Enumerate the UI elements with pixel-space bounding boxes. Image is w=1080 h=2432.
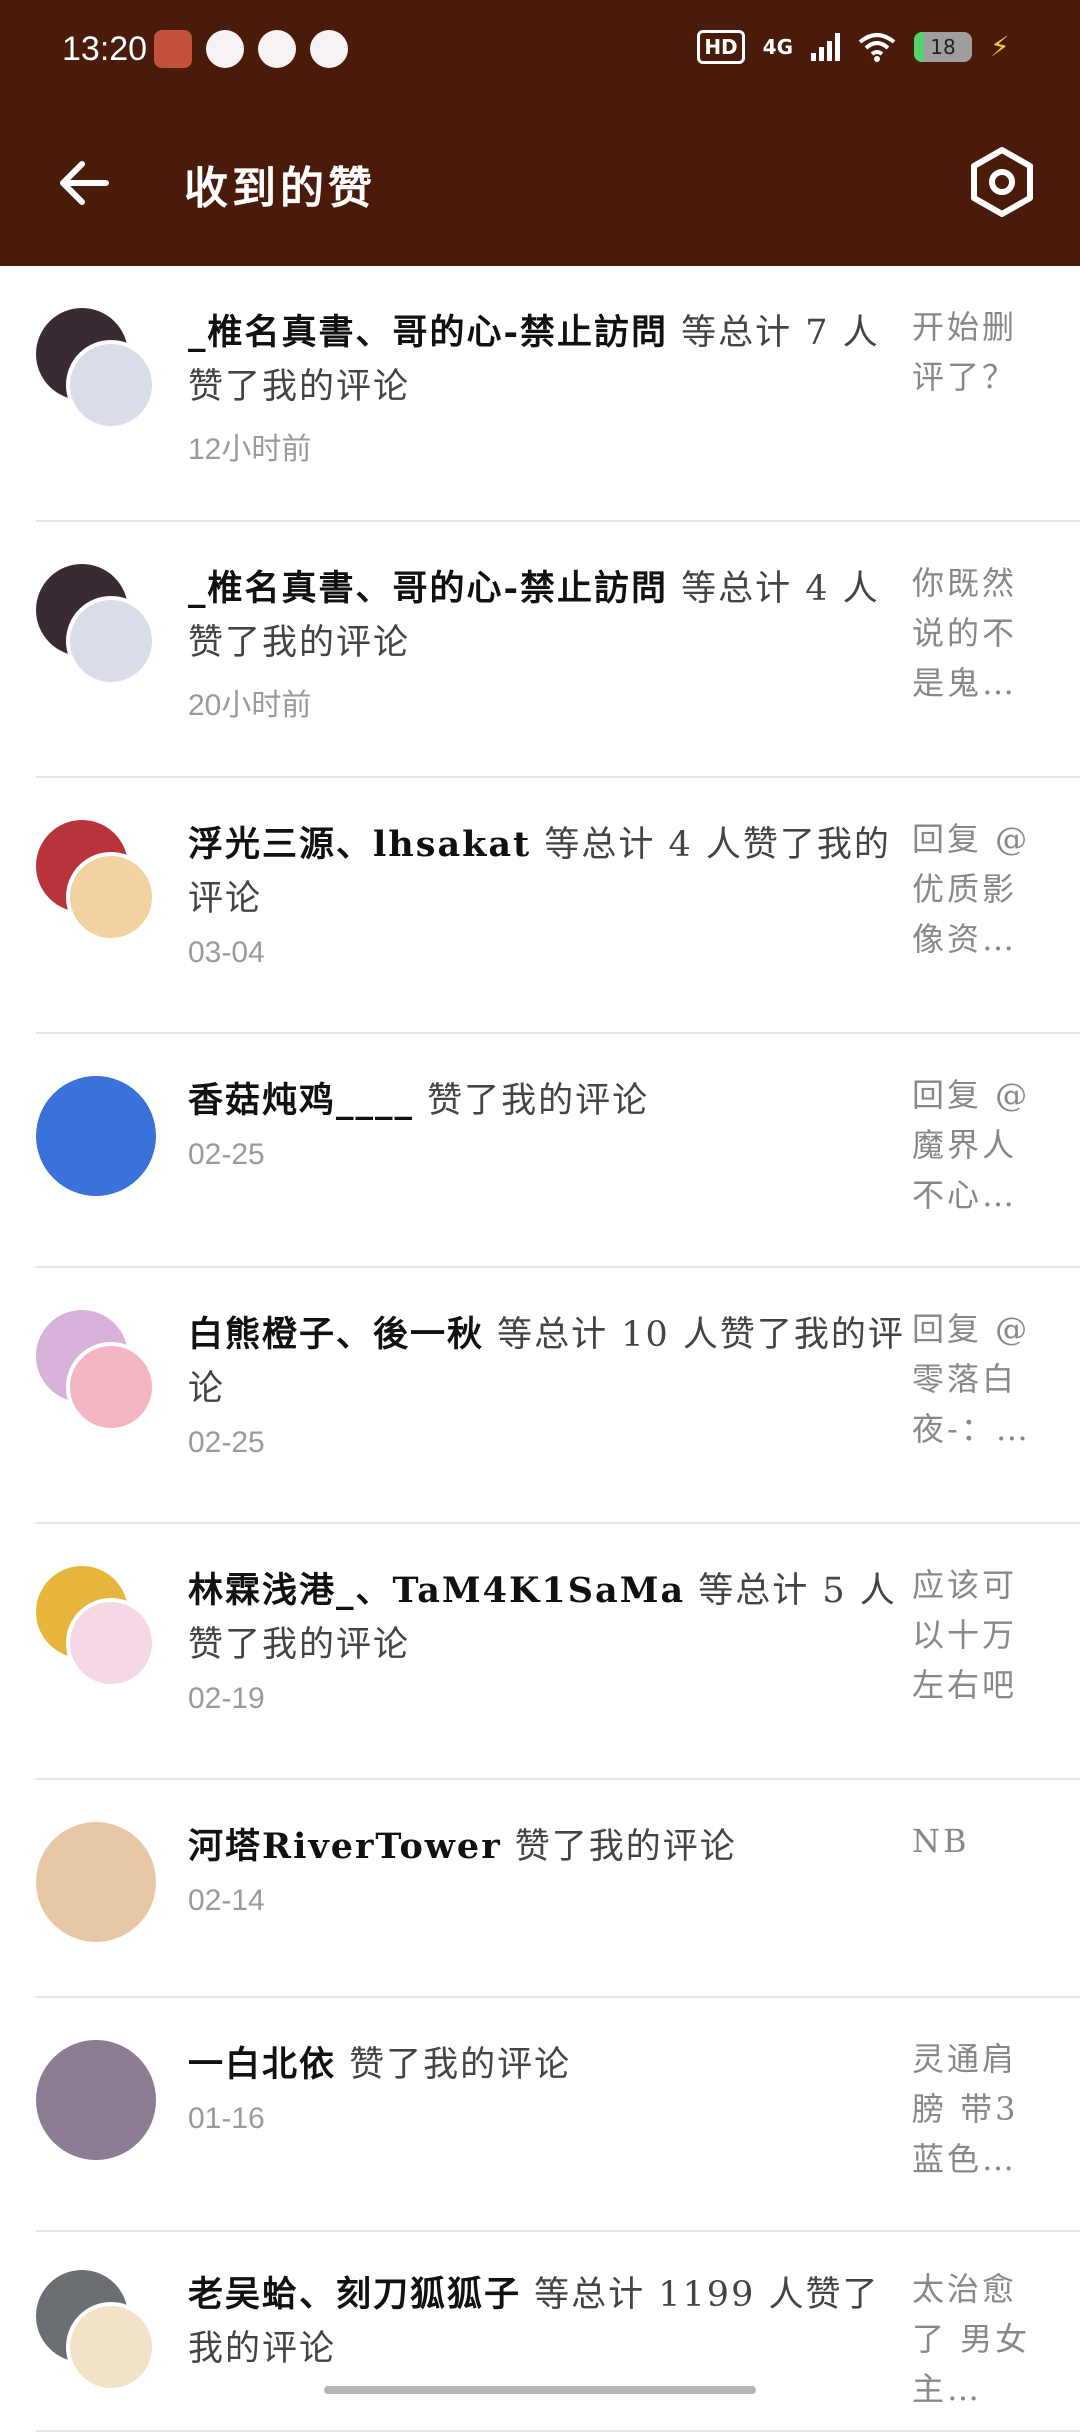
like-time: 03-04 bbox=[188, 936, 265, 969]
like-summary: 赞了我的评论 bbox=[336, 2045, 572, 2085]
page-title: 收到的赞 bbox=[184, 163, 376, 214]
like-content: _椎名真書、哥的心-禁止訪問 等总计 7 人赞了我的评论 12小时前 bbox=[188, 306, 908, 468]
play-app-icon bbox=[310, 30, 348, 68]
user-names[interactable]: 林霖浅港_、TaM4K1SaMa bbox=[188, 1570, 685, 1611]
avatar[interactable] bbox=[36, 820, 156, 942]
signal-icon bbox=[811, 33, 840, 61]
like-time: 02-19 bbox=[188, 1682, 265, 1715]
network-type-label: 4G bbox=[762, 35, 793, 59]
likes-list: _椎名真書、哥的心-禁止訪問 等总计 7 人赞了我的评论 12小时前 开始删评了？ _… bbox=[0, 266, 1080, 2432]
avatar[interactable] bbox=[36, 1310, 156, 1432]
avatar[interactable] bbox=[36, 308, 156, 430]
like-text: 一白北依 赞了我的评论 bbox=[188, 2038, 908, 2092]
status-indicators: HD 4G 18 ⚡ bbox=[697, 30, 1020, 64]
like-summary: 赞了我的评论 bbox=[414, 1081, 650, 1121]
avatar-image bbox=[66, 1342, 156, 1432]
hd-icon: HD bbox=[697, 30, 745, 64]
avatar[interactable] bbox=[36, 1566, 156, 1688]
charging-icon: ⚡ bbox=[990, 30, 1010, 63]
user-names[interactable]: _椎名真書、哥的心-禁止訪問 bbox=[188, 312, 668, 353]
comment-preview[interactable]: NB bbox=[912, 1816, 1032, 1866]
like-summary: 赞了我的评论 bbox=[501, 1827, 737, 1867]
like-text: 浮光三源、lhsakat 等总计 4 人赞了我的评论 bbox=[188, 818, 908, 926]
like-content: 白熊橙子、後一秋 等总计 10 人赞了我的评论 02-25 bbox=[188, 1308, 908, 1460]
like-time: 12小时前 bbox=[188, 433, 312, 466]
comment-preview[interactable]: 回复 @优质影像资… bbox=[912, 814, 1032, 964]
user-names[interactable]: 老吴蛤、刻刀狐狐子 bbox=[188, 2274, 521, 2315]
like-content: 一白北依 赞了我的评论 01-16 bbox=[188, 2038, 908, 2136]
like-time: 20小时前 bbox=[188, 689, 312, 722]
list-item[interactable]: 浮光三源、lhsakat 等总计 4 人赞了我的评论 03-04 回复 @优质影像资… bbox=[36, 778, 1080, 1034]
like-time: 02-25 bbox=[188, 1138, 265, 1171]
avatar-image bbox=[66, 596, 156, 686]
wifi-icon bbox=[858, 33, 896, 62]
avatar-image bbox=[66, 340, 156, 430]
app-bar: 收到的赞 bbox=[0, 100, 1080, 266]
user-names[interactable]: 白熊橙子、後一秋 bbox=[188, 1314, 484, 1355]
user-names[interactable]: 香菇炖鸡____ bbox=[188, 1080, 414, 1121]
user-names[interactable]: 河塔RiverTower bbox=[188, 1826, 502, 1867]
list-item[interactable]: 香菇炖鸡____ 赞了我的评论 02-25 回复 @魔界人不心… bbox=[36, 1034, 1080, 1268]
arrow-left-icon[interactable] bbox=[50, 148, 120, 218]
avatar-image bbox=[66, 852, 156, 942]
comment-preview[interactable]: 应该可以十万左右吧 bbox=[912, 1560, 1032, 1710]
avatar[interactable] bbox=[36, 1822, 156, 1942]
hexagon-settings-icon[interactable] bbox=[964, 144, 1040, 220]
like-text: 香菇炖鸡____ 赞了我的评论 bbox=[188, 1074, 908, 1128]
like-text: 林霖浅港_、TaM4K1SaMa 等总计 5 人赞了我的评论 bbox=[188, 1564, 908, 1672]
like-content: _椎名真書、哥的心-禁止訪問 等总计 4 人赞了我的评论 20小时前 bbox=[188, 562, 908, 724]
avatar-image bbox=[66, 2302, 156, 2392]
battery-icon: 18 bbox=[914, 32, 972, 62]
comment-preview[interactable]: 回复 @魔界人不心… bbox=[912, 1070, 1032, 1220]
like-content: 河塔RiverTower 赞了我的评论 02-14 bbox=[188, 1820, 908, 1918]
avatar[interactable] bbox=[36, 2270, 156, 2392]
like-text: 河塔RiverTower 赞了我的评论 bbox=[188, 1820, 908, 1874]
avatar-image bbox=[36, 1822, 156, 1942]
like-content: 香菇炖鸡____ 赞了我的评论 02-25 bbox=[188, 1074, 908, 1172]
list-item[interactable]: _椎名真書、哥的心-禁止訪問 等总计 7 人赞了我的评论 12小时前 开始删评了？ bbox=[36, 266, 1080, 522]
game-app-icon bbox=[154, 30, 192, 68]
user-names[interactable]: 一白北依 bbox=[188, 2044, 336, 2085]
user-names[interactable]: 浮光三源、lhsakat bbox=[188, 824, 531, 865]
like-content: 老吴蛤、刻刀狐狐子 等总计 1199 人赞了我的评论 bbox=[188, 2268, 908, 2386]
status-time: 13:20 bbox=[62, 30, 148, 68]
comment-preview[interactable]: 灵通肩膀 带3蓝色… bbox=[912, 2034, 1032, 2184]
like-text: 白熊橙子、後一秋 等总计 10 人赞了我的评论 bbox=[188, 1308, 908, 1416]
list-item[interactable]: 白熊橙子、後一秋 等总计 10 人赞了我的评论 02-25 回复 @零落白夜-：… bbox=[36, 1268, 1080, 1524]
bird-app-icon bbox=[206, 30, 244, 68]
like-time: 02-14 bbox=[188, 1884, 265, 1917]
comment-preview[interactable]: 回复 @零落白夜-：… bbox=[912, 1304, 1032, 1454]
list-item[interactable]: 一白北依 赞了我的评论 01-16 灵通肩膀 带3蓝色… bbox=[36, 1998, 1080, 2232]
avatar[interactable] bbox=[36, 1076, 156, 1196]
user-names[interactable]: _椎名真書、哥的心-禁止訪問 bbox=[188, 568, 668, 609]
list-item[interactable]: _椎名真書、哥的心-禁止訪問 等总计 4 人赞了我的评论 20小时前 你既然说的不是… bbox=[36, 522, 1080, 778]
list-item[interactable]: 老吴蛤、刻刀狐狐子 等总计 1199 人赞了我的评论 太治愈了 男女主… bbox=[36, 2232, 1080, 2432]
comment-preview[interactable]: 你既然说的不是鬼… bbox=[912, 558, 1032, 708]
status-bar: 13:20 HD 4G 18 ⚡ bbox=[0, 0, 1080, 100]
like-time: 02-25 bbox=[188, 1426, 265, 1459]
like-text: _椎名真書、哥的心-禁止訪問 等总计 7 人赞了我的评论 bbox=[188, 306, 908, 414]
like-time: 01-16 bbox=[188, 2102, 265, 2135]
avatar-image bbox=[66, 1598, 156, 1688]
battery-level: 18 bbox=[930, 35, 956, 59]
avatar-image bbox=[36, 1076, 156, 1196]
avatar[interactable] bbox=[36, 564, 156, 686]
home-indicator[interactable] bbox=[324, 2386, 756, 2394]
notification-icons bbox=[154, 30, 348, 68]
like-content: 浮光三源、lhsakat 等总计 4 人赞了我的评论 03-04 bbox=[188, 818, 908, 970]
list-item[interactable]: 河塔RiverTower 赞了我的评论 02-14 NB bbox=[36, 1780, 1080, 1998]
like-content: 林霖浅港_、TaM4K1SaMa 等总计 5 人赞了我的评论 02-19 bbox=[188, 1564, 908, 1716]
like-text: _椎名真書、哥的心-禁止訪問 等总计 4 人赞了我的评论 bbox=[188, 562, 908, 670]
list-item[interactable]: 林霖浅港_、TaM4K1SaMa 等总计 5 人赞了我的评论 02-19 应该可以十… bbox=[36, 1524, 1080, 1780]
comment-preview[interactable]: 开始删评了？ bbox=[912, 302, 1032, 402]
like-text: 老吴蛤、刻刀狐狐子 等总计 1199 人赞了我的评论 bbox=[188, 2268, 908, 2376]
avatar-image bbox=[36, 2040, 156, 2160]
speed-app-icon bbox=[258, 30, 296, 68]
comment-preview[interactable]: 太治愈了 男女主… bbox=[912, 2264, 1032, 2414]
avatar[interactable] bbox=[36, 2040, 156, 2160]
